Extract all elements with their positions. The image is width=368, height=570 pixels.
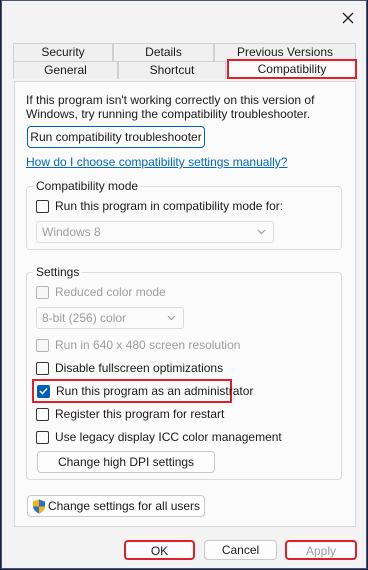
reduced-color-row: Reduced color mode <box>36 285 166 299</box>
register-restart-label: Register this program for restart <box>55 407 225 421</box>
resolution-640-checkbox <box>36 338 49 352</box>
run-admin-label: Run this program as an administrator <box>56 384 254 398</box>
compatibility-panel: If this program isn't working correctly … <box>14 81 356 527</box>
os-version-value: Windows 8 <box>42 225 101 239</box>
checkmark-icon <box>39 387 48 395</box>
close-icon <box>342 12 354 24</box>
shield-icon <box>32 499 45 513</box>
tab-security[interactable]: Security <box>13 43 113 61</box>
chevron-down-icon <box>167 315 176 321</box>
help-link[interactable]: How do I choose compatibility settings m… <box>26 155 287 169</box>
info-text: If this program isn't working correctly … <box>26 93 315 121</box>
reduced-color-checkbox <box>36 285 49 299</box>
properties-dialog: Security Details Previous Versions Gener… <box>1 0 367 569</box>
change-dpi-button[interactable]: Change high DPI settings <box>37 451 215 473</box>
resolution-640-label: Run in 640 x 480 screen resolution <box>55 338 241 352</box>
reduced-color-label: Reduced color mode <box>55 285 166 299</box>
os-version-select[interactable]: Windows 8 <box>36 221 274 243</box>
tab-shortcut[interactable]: Shortcut <box>118 61 226 79</box>
resolution-640-row: Run in 640 x 480 screen resolution <box>36 338 240 352</box>
legacy-icc-checkbox[interactable] <box>36 430 49 444</box>
legacy-icc-label: Use legacy display ICC color management <box>55 430 282 444</box>
run-admin-row[interactable]: Run this program as an administrator <box>32 379 253 403</box>
compat-mode-label: Run this program in compatibility mode f… <box>55 199 284 213</box>
settings-legend: Settings <box>33 265 83 279</box>
compatibility-mode-legend: Compatibility mode <box>33 179 142 193</box>
ok-button[interactable]: OK <box>124 540 195 560</box>
settings-group: Settings Reduced color mode 8-bit (256) … <box>26 265 342 480</box>
cancel-button[interactable]: Cancel <box>204 540 277 560</box>
close-button[interactable] <box>336 6 360 30</box>
register-restart-row[interactable]: Register this program for restart <box>36 407 224 421</box>
legacy-icc-row[interactable]: Use legacy display ICC color management <box>36 430 282 444</box>
chevron-down-icon <box>257 229 266 235</box>
disable-fullscreen-checkbox[interactable] <box>36 361 49 375</box>
tab-compatibility[interactable]: Compatibility <box>227 59 357 79</box>
compat-mode-checkbox[interactable] <box>36 199 49 213</box>
change-all-users-button[interactable]: Change settings for all users <box>27 495 205 517</box>
disable-fullscreen-row[interactable]: Disable fullscreen optimizations <box>36 361 223 375</box>
title-bar <box>2 1 366 35</box>
color-depth-select: 8-bit (256) color <box>36 307 184 329</box>
apply-button[interactable]: Apply <box>285 540 357 560</box>
disable-fullscreen-label: Disable fullscreen optimizations <box>55 361 224 375</box>
tab-details[interactable]: Details <box>113 43 214 61</box>
register-restart-checkbox[interactable] <box>36 407 49 421</box>
run-admin-checkbox[interactable] <box>37 384 50 398</box>
run-troubleshooter-button[interactable]: Run compatibility troubleshooter <box>27 126 205 148</box>
color-depth-value: 8-bit (256) color <box>42 311 127 325</box>
compatibility-mode-group: Compatibility mode Run this program in c… <box>26 179 342 250</box>
tab-general[interactable]: General <box>13 61 118 79</box>
change-all-users-label: Change settings for all users <box>47 499 201 513</box>
compat-mode-checkbox-row[interactable]: Run this program in compatibility mode f… <box>36 199 283 213</box>
